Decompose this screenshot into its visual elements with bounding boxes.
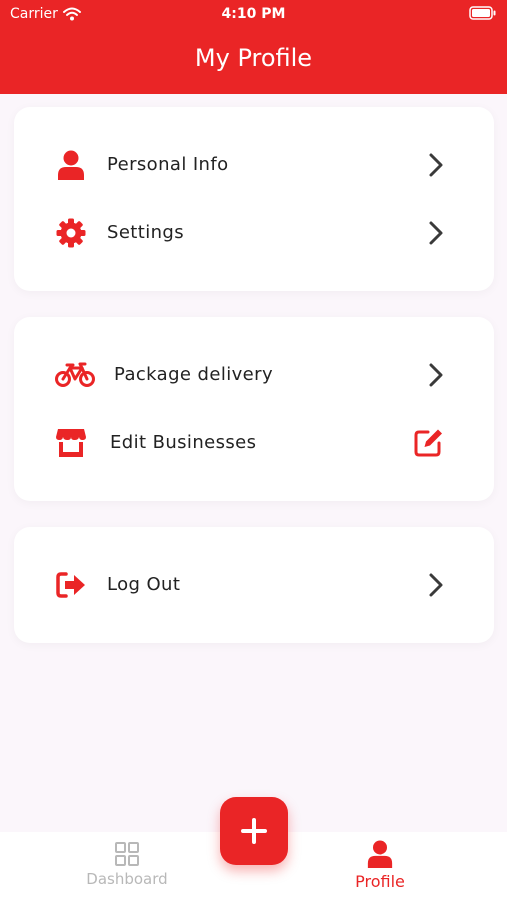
chevron-right-icon <box>429 363 443 387</box>
tab-dashboard-label: Dashboard <box>86 870 168 888</box>
tab-profile[interactable]: Profile <box>310 840 450 891</box>
page-title: My Profile <box>194 44 313 72</box>
chevron-right-icon <box>429 153 443 177</box>
personal-info-label: Personal Info <box>107 154 229 175</box>
settings-label: Settings <box>107 222 185 243</box>
settings-row[interactable]: Settings <box>14 208 494 258</box>
status-bar: Carrier 4:10 PM <box>0 0 507 28</box>
tab-dashboard[interactable]: Dashboard <box>57 842 197 888</box>
plus-icon <box>241 818 267 844</box>
business-card: Package delivery Edit Businesses <box>14 317 494 501</box>
log-out-icon <box>54 570 88 600</box>
chevron-right-icon <box>429 573 443 597</box>
log-out-label: Log Out <box>107 574 181 595</box>
user-icon <box>367 840 393 868</box>
personal-info-row[interactable]: Personal Info <box>14 140 494 190</box>
edit-businesses-row[interactable]: Edit Businesses <box>14 418 494 468</box>
edit-icon[interactable] <box>412 427 444 459</box>
bicycle-icon <box>54 360 96 390</box>
gear-icon <box>54 218 88 248</box>
session-card: Log Out <box>14 527 494 643</box>
package-delivery-row[interactable]: Package delivery <box>14 350 494 400</box>
package-delivery-label: Package delivery <box>114 364 274 385</box>
grid-icon <box>115 842 139 866</box>
tab-profile-label: Profile <box>355 872 405 891</box>
store-icon <box>54 428 88 458</box>
app-header: Carrier 4:10 PM My Profile <box>0 0 507 94</box>
battery-icon <box>469 6 497 24</box>
edit-businesses-label: Edit Businesses <box>110 432 257 453</box>
log-out-row[interactable]: Log Out <box>14 560 494 610</box>
account-card: Personal Info Settings <box>14 107 494 291</box>
chevron-right-icon <box>429 221 443 245</box>
user-icon <box>54 150 88 180</box>
clock: 4:10 PM <box>221 6 286 22</box>
add-button[interactable] <box>220 797 288 865</box>
